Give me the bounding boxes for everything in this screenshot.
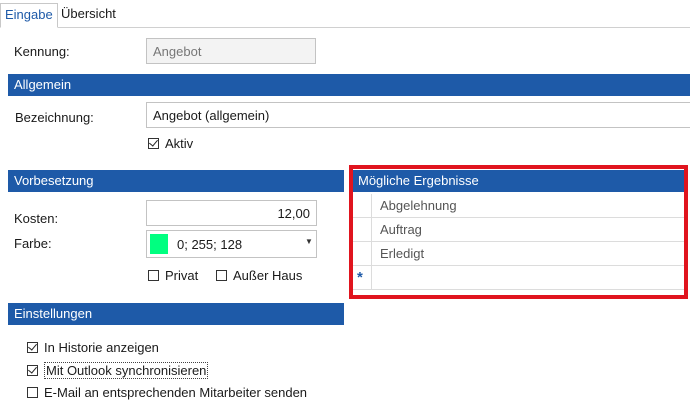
ausser-haus-checkbox-row[interactable]: Außer Haus [216, 268, 302, 283]
historie-checkbox-row[interactable]: In Historie anzeigen [27, 340, 159, 355]
privat-label: Privat [165, 268, 199, 283]
outlook-checkbox-row[interactable]: Mit Outlook synchronisieren [27, 362, 209, 379]
privat-checkbox[interactable] [148, 270, 159, 281]
section-einstellungen: Einstellungen [8, 303, 344, 325]
section-vorbesetzung: Vorbesetzung [8, 170, 344, 192]
tab-bar: Eingabe Übersicht [0, 0, 690, 28]
ausser-haus-checkbox[interactable] [216, 270, 227, 281]
historie-label: In Historie anzeigen [44, 340, 159, 355]
tab-eingabe[interactable]: Eingabe [0, 3, 58, 28]
farbe-value: 0; 255; 128 [177, 237, 243, 252]
farbe-label: Farbe: [14, 236, 52, 251]
email-label: E-Mail an entsprechenden Mitarbeiter sen… [44, 385, 308, 400]
farbe-dropdown[interactable]: 0; 255; 128 ▼ [146, 230, 317, 258]
highlight-box [349, 165, 688, 299]
bezeichnung-label: Bezeichnung: [15, 110, 94, 125]
aktiv-checkbox[interactable] [148, 138, 159, 149]
kosten-field[interactable]: 12,00 [146, 200, 317, 226]
outlook-label: Mit Outlook synchronisieren [44, 362, 209, 379]
section-allgemein: Allgemein [8, 74, 690, 96]
bezeichnung-field[interactable]: Angebot (allgemein) [146, 102, 690, 128]
historie-checkbox[interactable] [27, 342, 38, 353]
ausser-haus-label: Außer Haus [233, 268, 303, 283]
kennung-field[interactable]: Angebot [146, 38, 316, 64]
chevron-down-icon[interactable]: ▼ [305, 237, 313, 246]
farbe-swatch [150, 234, 168, 254]
tab-uebersicht[interactable]: Übersicht [57, 3, 120, 26]
email-checkbox-row[interactable]: E-Mail an entsprechenden Mitarbeiter sen… [27, 385, 307, 400]
kosten-label: Kosten: [14, 211, 59, 226]
email-checkbox[interactable] [27, 387, 38, 398]
outlook-checkbox[interactable] [27, 365, 38, 376]
aktiv-label: Aktiv [165, 136, 194, 151]
aktiv-checkbox-row[interactable]: Aktiv [148, 136, 193, 151]
kennung-label: Kennung: [14, 44, 70, 59]
privat-checkbox-row[interactable]: Privat [148, 268, 198, 283]
